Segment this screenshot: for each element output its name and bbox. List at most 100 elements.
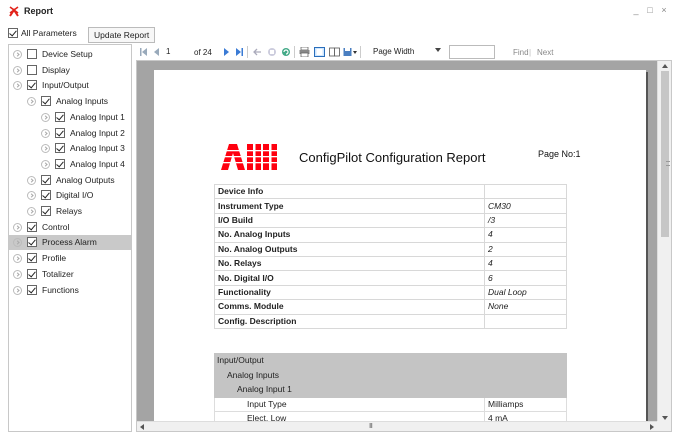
tree-item-checkbox[interactable] (55, 158, 65, 169)
maximize-button[interactable]: □ (643, 4, 657, 16)
tree-item-label: Analog Outputs (56, 174, 115, 185)
tree-item[interactable]: Display (9, 63, 131, 78)
expand-icon[interactable] (41, 159, 50, 169)
table-row: No. Digital I/O 6 (214, 270, 567, 286)
tree-item-checkbox[interactable] (41, 174, 51, 185)
print-layout-icon[interactable] (314, 47, 325, 57)
print-icon[interactable] (299, 47, 310, 57)
row-value (484, 367, 567, 383)
next-page-icon[interactable] (223, 47, 230, 57)
parameter-tree: Device Setup Display Input/Output Analog In… (8, 44, 132, 432)
tree-item-label: Analog Input 4 (70, 158, 125, 169)
prev-page-icon[interactable] (153, 47, 160, 57)
vertical-scroll-thumb[interactable] (661, 71, 670, 237)
row-value: None (484, 299, 567, 315)
close-button[interactable]: × (657, 4, 671, 16)
tree-item[interactable]: Analog Input 2 (9, 126, 131, 141)
tree-item-checkbox[interactable] (27, 237, 37, 248)
expand-icon[interactable] (13, 285, 22, 295)
page-setup-icon[interactable] (329, 47, 340, 57)
tree-item[interactable]: Analog Input 4 (9, 157, 131, 172)
grip-icon (666, 161, 670, 166)
tree-item[interactable]: Totalizer (9, 267, 131, 282)
expand-icon[interactable] (13, 50, 22, 59)
tree-item-checkbox[interactable] (55, 143, 65, 154)
tree-item[interactable]: Input/Output (9, 78, 131, 93)
tree-item-label: Totalizer (42, 268, 74, 279)
chevron-down-icon[interactable] (435, 48, 441, 52)
tree-item[interactable]: Analog Inputs (9, 94, 131, 109)
tree-item-checkbox[interactable] (27, 80, 37, 91)
expand-icon[interactable] (27, 97, 36, 107)
page-count-label: of 24 (194, 48, 212, 57)
row-value: Milliamps (484, 396, 567, 412)
tree-item[interactable]: Process Alarm (9, 235, 131, 251)
update-report-button[interactable]: Update Report (88, 27, 156, 43)
expand-icon[interactable] (27, 175, 36, 185)
minimize-button[interactable]: _ (629, 4, 643, 16)
stop-icon[interactable] (267, 47, 277, 57)
last-page-icon[interactable] (235, 47, 243, 57)
tree-item-checkbox[interactable] (41, 206, 51, 216)
tree-item-checkbox[interactable] (27, 221, 37, 232)
find-input[interactable] (449, 45, 495, 59)
tree-item[interactable]: Relays (9, 204, 131, 219)
all-parameters-checkbox[interactable] (8, 28, 18, 38)
tree-item-checkbox[interactable] (27, 253, 37, 264)
export-icon[interactable] (343, 47, 357, 57)
expand-icon[interactable] (41, 128, 50, 138)
tree-item-checkbox[interactable] (27, 64, 37, 75)
expand-icon[interactable] (13, 254, 22, 264)
first-page-icon[interactable] (140, 47, 148, 57)
scroll-up-arrow-icon[interactable] (662, 64, 668, 68)
tree-item[interactable]: Device Setup (9, 47, 131, 62)
tree-item-checkbox[interactable] (27, 268, 37, 279)
page-number-input[interactable]: 1 (166, 46, 190, 58)
report-title: ConfigPilot Configuration Report (299, 150, 486, 165)
tree-item-label: Analog Input 3 (70, 143, 125, 154)
horizontal-scrollbar[interactable]: III (137, 421, 657, 431)
tree-item[interactable]: Digital I/O (9, 188, 131, 203)
table-row: Input Type Milliamps (214, 396, 567, 412)
report-viewer-toolbar: 1 of 24 Page Width Find | Next (136, 44, 672, 60)
tree-item-checkbox[interactable] (27, 284, 37, 295)
tree-item-checkbox[interactable] (27, 49, 37, 59)
refresh-icon[interactable] (281, 47, 291, 57)
toolbar-separator (294, 46, 295, 58)
scroll-down-arrow-icon[interactable] (662, 416, 668, 420)
expand-icon[interactable] (27, 207, 36, 216)
tree-item[interactable]: Control (9, 220, 131, 235)
tree-item-checkbox[interactable] (41, 96, 51, 107)
next-link[interactable]: Next (537, 48, 553, 57)
tree-item-label: Relays (56, 206, 82, 216)
scroll-right-arrow-icon[interactable] (650, 424, 654, 430)
horizontal-grip: III (369, 423, 373, 430)
vertical-scrollbar[interactable] (657, 61, 671, 423)
find-link[interactable]: Find (513, 48, 529, 57)
expand-icon[interactable] (13, 269, 22, 279)
row-key: Analog Inputs (214, 367, 485, 383)
scroll-left-arrow-icon[interactable] (140, 424, 144, 430)
tree-item-label: Analog Input 1 (70, 111, 125, 122)
back-icon[interactable] (253, 47, 262, 57)
expand-icon[interactable] (41, 112, 50, 122)
expand-icon[interactable] (13, 238, 22, 248)
tree-item-checkbox[interactable] (55, 127, 65, 138)
tree-item-label: Analog Input 2 (70, 127, 125, 138)
tree-item-checkbox[interactable] (55, 111, 65, 122)
tree-item[interactable]: Analog Input 1 (9, 110, 131, 125)
tree-item[interactable]: Analog Input 3 (9, 141, 131, 156)
expand-icon[interactable] (41, 144, 50, 154)
expand-icon[interactable] (27, 191, 36, 201)
tree-item[interactable]: Analog Outputs (9, 173, 131, 188)
table-row: Input/Output (214, 353, 567, 369)
tree-item-label: Functions (42, 284, 79, 295)
expand-icon[interactable] (13, 81, 22, 91)
tree-item-checkbox[interactable] (41, 190, 51, 201)
toolbar-separator (247, 46, 248, 58)
expand-icon[interactable] (13, 222, 22, 232)
tree-item-label: Analog Inputs (56, 96, 108, 107)
expand-icon[interactable] (13, 65, 22, 75)
tree-item[interactable]: Functions (9, 283, 131, 298)
tree-item[interactable]: Profile (9, 251, 131, 266)
